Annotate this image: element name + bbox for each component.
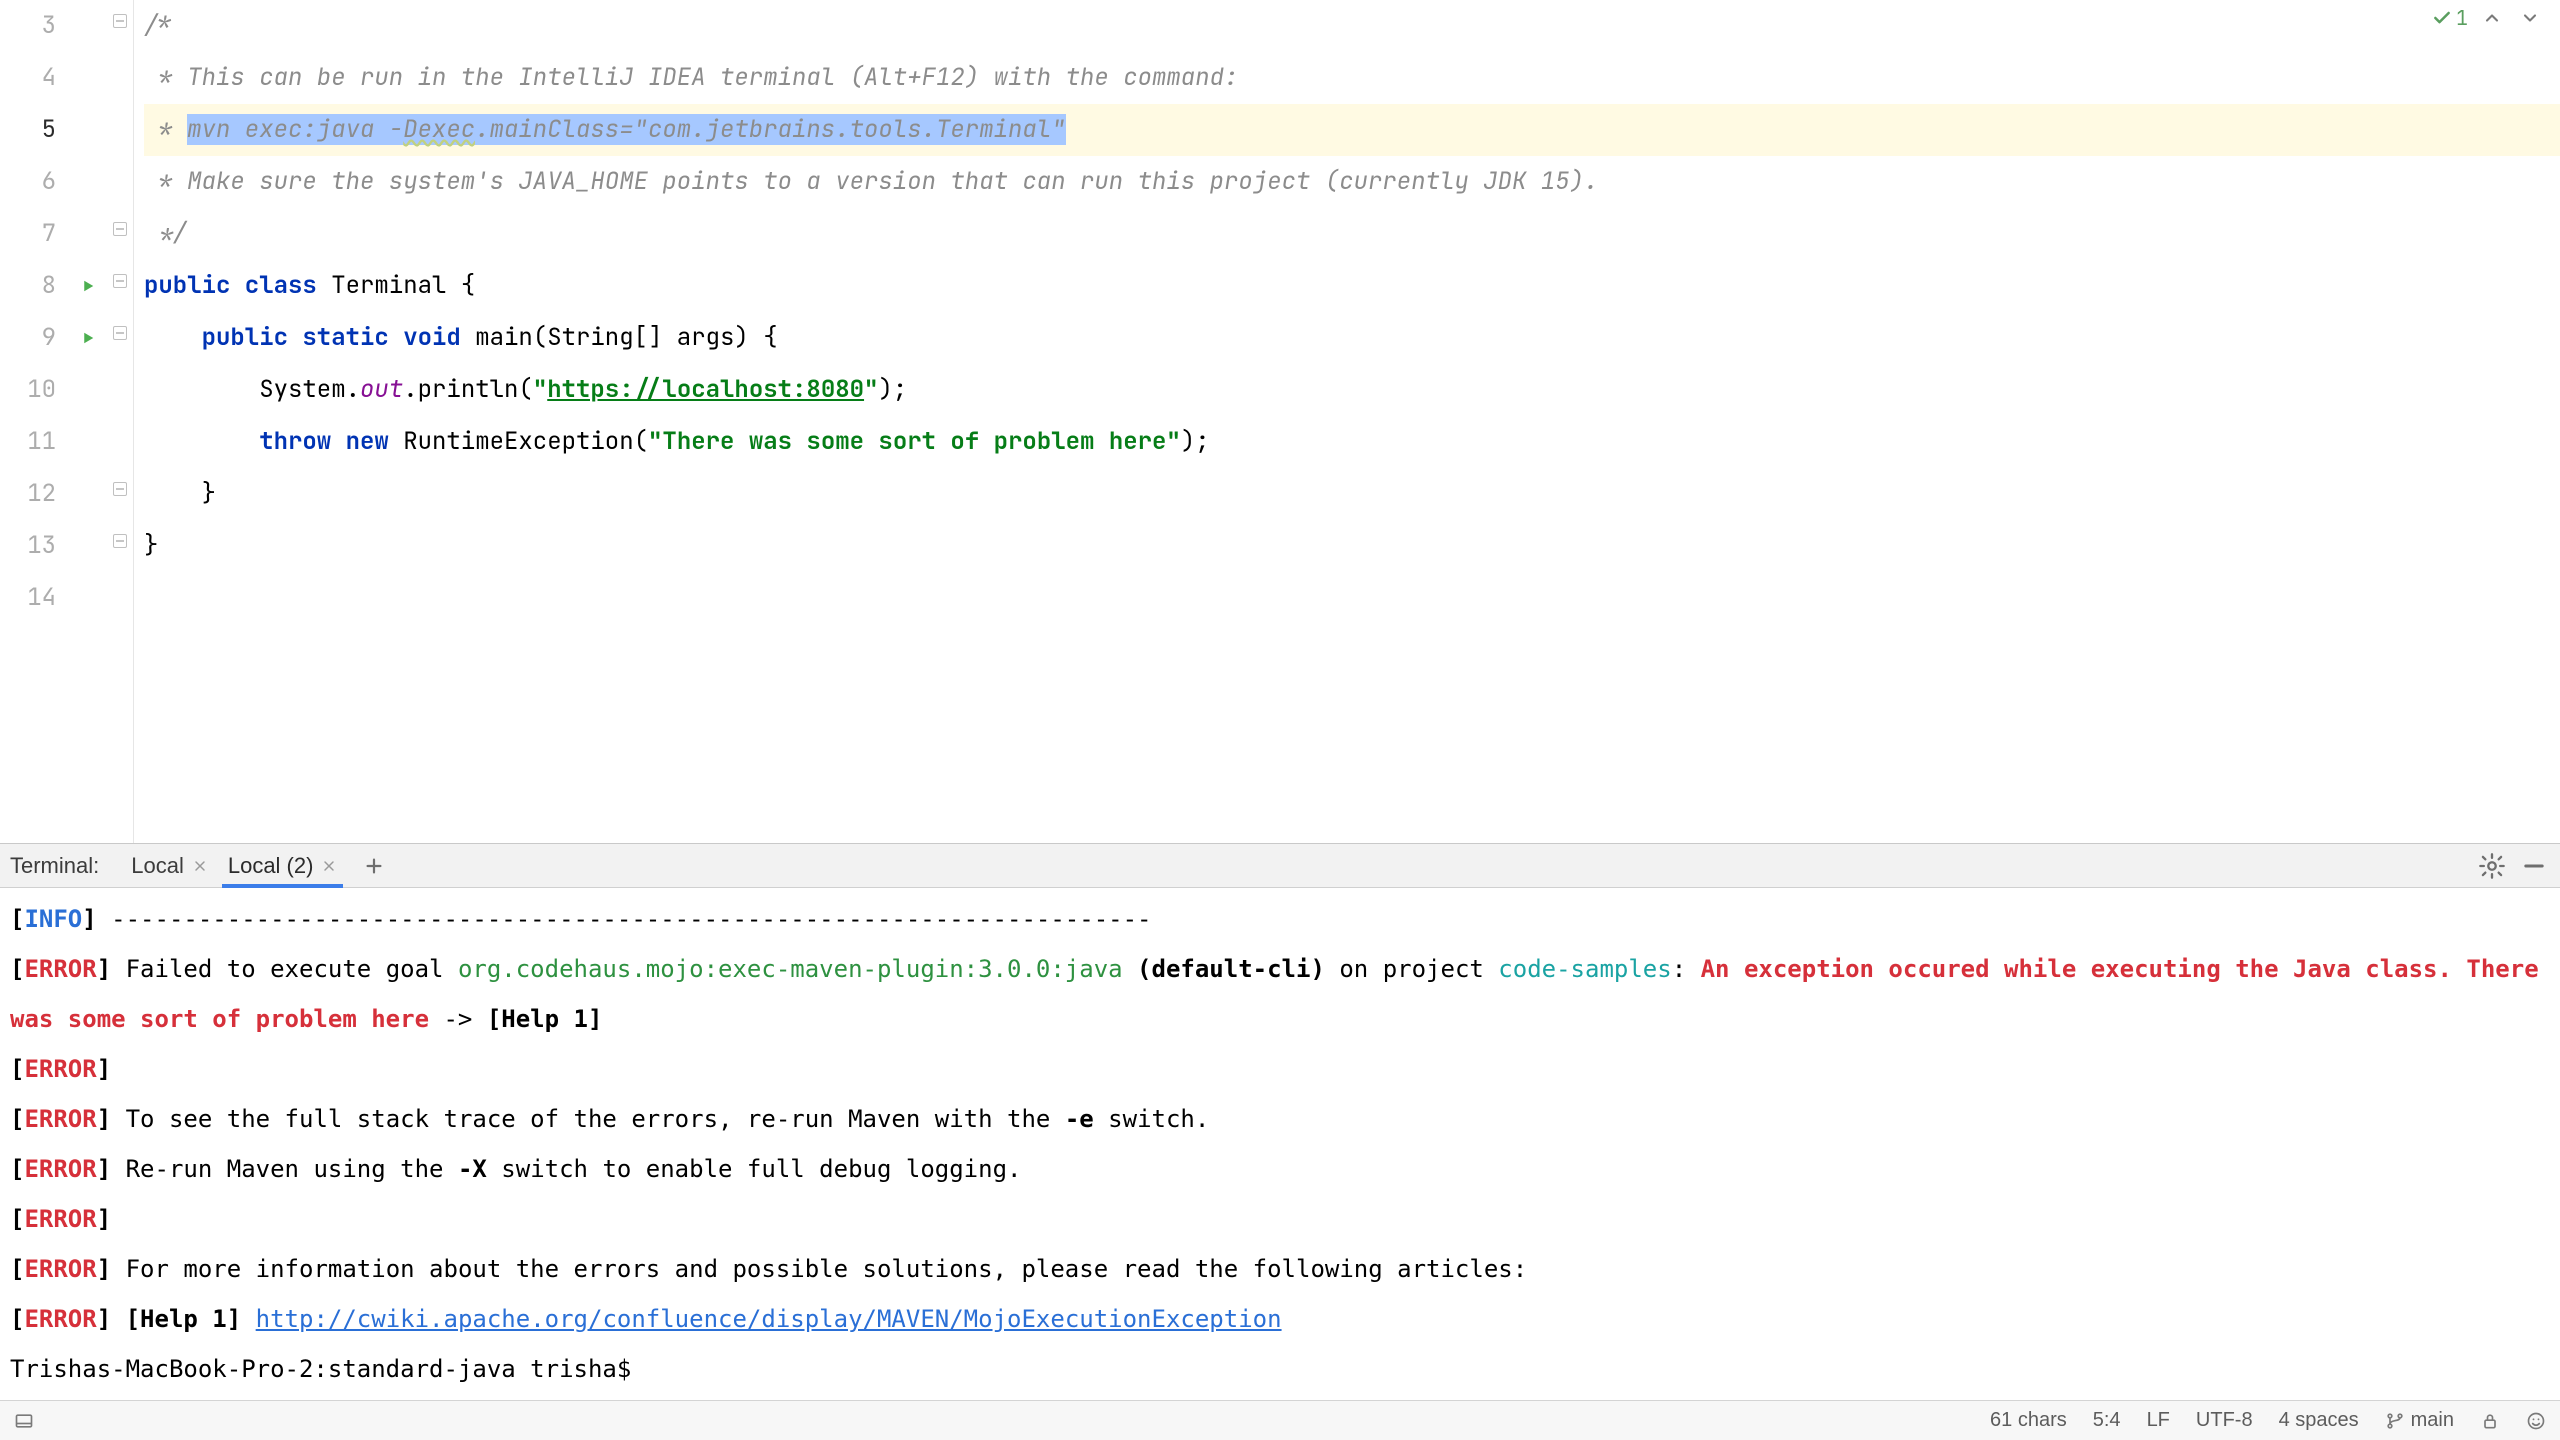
close-icon[interactable] bbox=[321, 858, 337, 874]
terminal-tab[interactable]: Local (2) bbox=[218, 844, 348, 887]
run-icon[interactable] bbox=[79, 329, 97, 347]
line-number[interactable]: 14 bbox=[0, 572, 56, 624]
code-line[interactable]: * Make sure the system's JAVA_HOME point… bbox=[144, 156, 2560, 208]
code-line[interactable]: */ bbox=[144, 208, 2560, 260]
code-line[interactable]: throw new RuntimeException("There was so… bbox=[144, 416, 2560, 468]
file-encoding[interactable]: UTF-8 bbox=[2196, 1409, 2253, 1432]
minimize-icon bbox=[2520, 852, 2548, 880]
fold-toggle[interactable] bbox=[113, 14, 127, 28]
line-number[interactable]: 10 bbox=[0, 364, 56, 416]
code-line[interactable]: /* bbox=[144, 0, 2560, 52]
branch-icon bbox=[2385, 1411, 2405, 1431]
terminal-tab-label: Local bbox=[131, 853, 184, 879]
hide-terminal-button[interactable] bbox=[2520, 852, 2548, 880]
caret-position[interactable]: 5:4 bbox=[2093, 1409, 2121, 1432]
fold-toggle[interactable] bbox=[113, 222, 127, 236]
status-bar: 61 chars 5:4 LF UTF-8 4 spaces main bbox=[0, 1400, 2560, 1440]
git-branch[interactable]: main bbox=[2385, 1409, 2454, 1432]
lock-icon bbox=[2480, 1411, 2500, 1431]
terminal-prompt: Trishas-MacBook-Pro-2:standard-java tris… bbox=[10, 1355, 646, 1383]
code-line[interactable]: } bbox=[144, 468, 2560, 520]
readonly-toggle[interactable] bbox=[2480, 1411, 2500, 1431]
fold-gutter[interactable] bbox=[106, 0, 134, 843]
selection-chars[interactable]: 61 chars bbox=[1990, 1409, 2067, 1432]
run-icon[interactable] bbox=[79, 277, 97, 295]
terminal-options-button[interactable] bbox=[2478, 852, 2506, 880]
terminal-tab-bar: Terminal: Local Local (2) bbox=[0, 844, 2560, 888]
fold-toggle[interactable] bbox=[113, 482, 127, 496]
terminal-panel: Terminal: Local Local (2) [INFO] --------… bbox=[0, 843, 2560, 1400]
close-icon[interactable] bbox=[192, 858, 208, 874]
editor-area: 1 34567891011121314 /* * This can be run… bbox=[0, 0, 2560, 843]
code-line[interactable]: public static void main(String[] args) { bbox=[144, 312, 2560, 364]
terminal-tab-label: Local (2) bbox=[228, 853, 314, 879]
line-number[interactable]: 8 bbox=[0, 260, 56, 312]
line-number[interactable]: 5 bbox=[0, 104, 56, 156]
line-number[interactable]: 6 bbox=[0, 156, 56, 208]
code-line[interactable]: } bbox=[144, 520, 2560, 572]
line-number[interactable]: 9 bbox=[0, 312, 56, 364]
code-line[interactable]: * mvn exec:java -Dexec.mainClass="com.je… bbox=[144, 104, 2560, 156]
line-number[interactable]: 13 bbox=[0, 520, 56, 572]
fold-toggle[interactable] bbox=[113, 274, 127, 288]
maven-help-link[interactable]: http://cwiki.apache.org/confluence/displ… bbox=[256, 1305, 1282, 1333]
code-line[interactable] bbox=[144, 572, 2560, 624]
line-number-gutter[interactable]: 34567891011121314 bbox=[0, 0, 70, 843]
fold-toggle[interactable] bbox=[113, 326, 127, 340]
indent-settings[interactable]: 4 spaces bbox=[2279, 1409, 2359, 1432]
code-line[interactable]: System.out.println("https://localhost:80… bbox=[144, 364, 2560, 416]
terminal-title: Terminal: bbox=[10, 853, 99, 879]
terminal-tab[interactable]: Local bbox=[121, 844, 218, 887]
line-number[interactable]: 11 bbox=[0, 416, 56, 468]
layout-icon bbox=[14, 1411, 34, 1431]
gear-icon bbox=[2478, 852, 2506, 880]
terminal-output[interactable]: [INFO] ---------------------------------… bbox=[0, 888, 2560, 1400]
line-number[interactable]: 12 bbox=[0, 468, 56, 520]
line-number[interactable]: 4 bbox=[0, 52, 56, 104]
run-gutter[interactable] bbox=[70, 0, 106, 843]
code-line[interactable]: public class Terminal { bbox=[144, 260, 2560, 312]
plus-icon bbox=[363, 855, 385, 877]
smiley-icon bbox=[2526, 1411, 2546, 1431]
code-line[interactable]: * This can be run in the IntelliJ IDEA t… bbox=[144, 52, 2560, 104]
line-separator[interactable]: LF bbox=[2147, 1409, 2170, 1432]
line-number[interactable]: 7 bbox=[0, 208, 56, 260]
ide-status-button[interactable] bbox=[2526, 1411, 2546, 1431]
tool-windows-button[interactable] bbox=[14, 1411, 34, 1431]
fold-toggle[interactable] bbox=[113, 534, 127, 548]
new-terminal-button[interactable] bbox=[359, 851, 389, 881]
code-editor[interactable]: /* * This can be run in the IntelliJ IDE… bbox=[134, 0, 2560, 843]
line-number[interactable]: 3 bbox=[0, 0, 56, 52]
